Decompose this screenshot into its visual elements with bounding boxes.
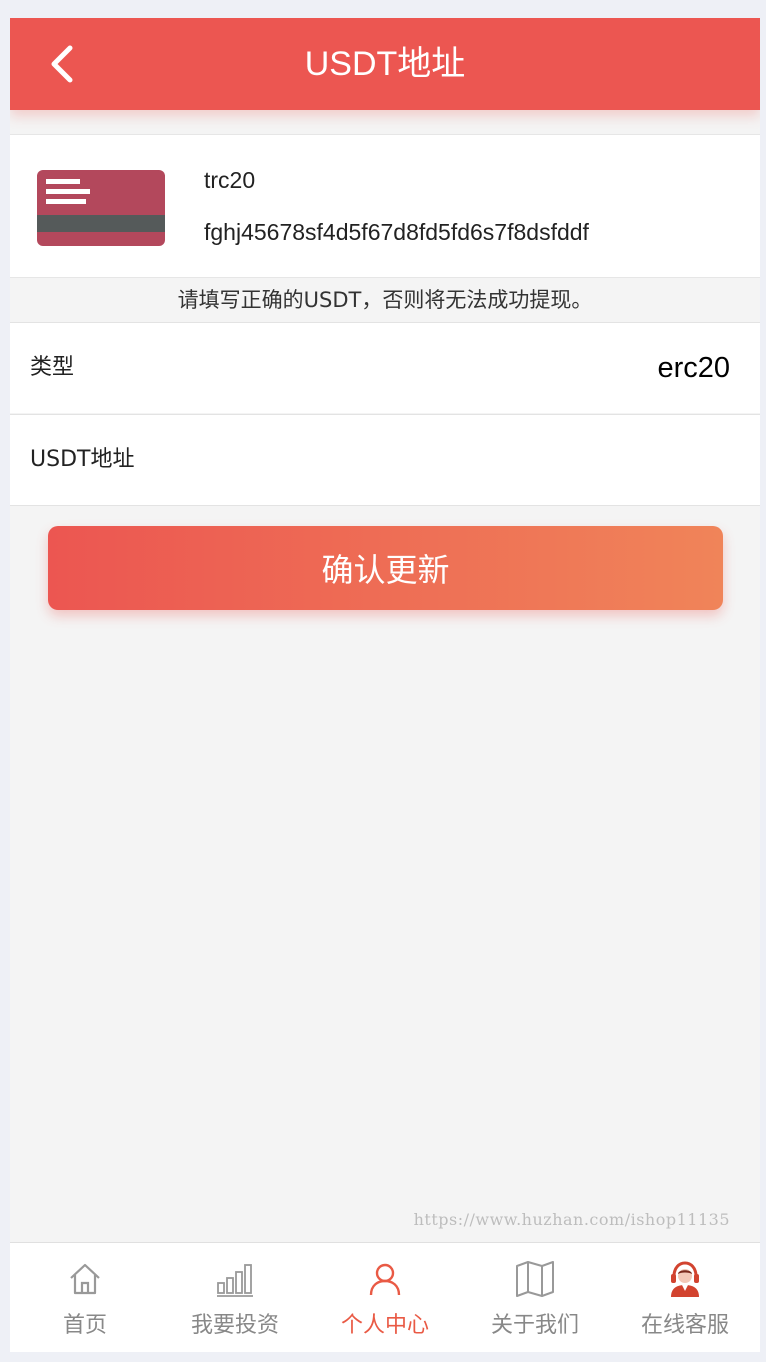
type-select[interactable]: erc20 [657,323,730,413]
notice-text: 请填写正确的USDT，否则将无法成功提现。 [177,288,593,312]
app-screen: USDT地址 trc20 fghj45678sf4d5f67d8fd5fd6s7… [10,18,760,1352]
home-icon [70,1263,100,1295]
tab-home[interactable]: 首页 [10,1243,160,1352]
tab-about[interactable]: 关于我们 [460,1243,610,1352]
tab-profile[interactable]: 个人中心 [310,1243,460,1352]
address-row: USDT地址 [10,414,760,506]
tab-support[interactable]: 在线客服 [610,1243,760,1352]
map-icon [516,1261,554,1297]
bank-card-icon [37,170,165,246]
tab-label: 首页 [62,1313,107,1338]
address-type: trc20 [204,167,256,193]
tab-invest[interactable]: 我要投资 [160,1243,310,1352]
tab-label: 我要投资 [190,1313,279,1338]
header-bar: USDT地址 [10,18,760,110]
current-address-card: trc20 fghj45678sf4d5f67d8fd5fd6s7f8dsfdd… [10,134,760,278]
type-label: 类型 [30,355,75,380]
address-value: fghj45678sf4d5f67d8fd5fd6s7f8dsfddf [204,219,589,245]
address-label: USDT地址 [30,447,135,472]
page-title: USDT地址 [304,45,466,83]
watermark-text: https://www.huzhan.com/ishop11135 [413,1210,730,1229]
address-input[interactable] [150,435,730,487]
tab-label: 个人中心 [340,1313,429,1338]
type-row[interactable]: 类型 erc20 [10,322,760,413]
user-icon [369,1263,401,1296]
tab-label: 关于我们 [490,1313,579,1338]
bottom-tab-bar: 首页 我要投资 个人中心 关于我们 在线客服 [10,1242,760,1352]
confirm-update-button[interactable]: 确认更新 [48,526,723,610]
chart-icon [217,1264,253,1297]
support-agent-icon [671,1261,699,1297]
tab-label: 在线客服 [640,1313,729,1338]
